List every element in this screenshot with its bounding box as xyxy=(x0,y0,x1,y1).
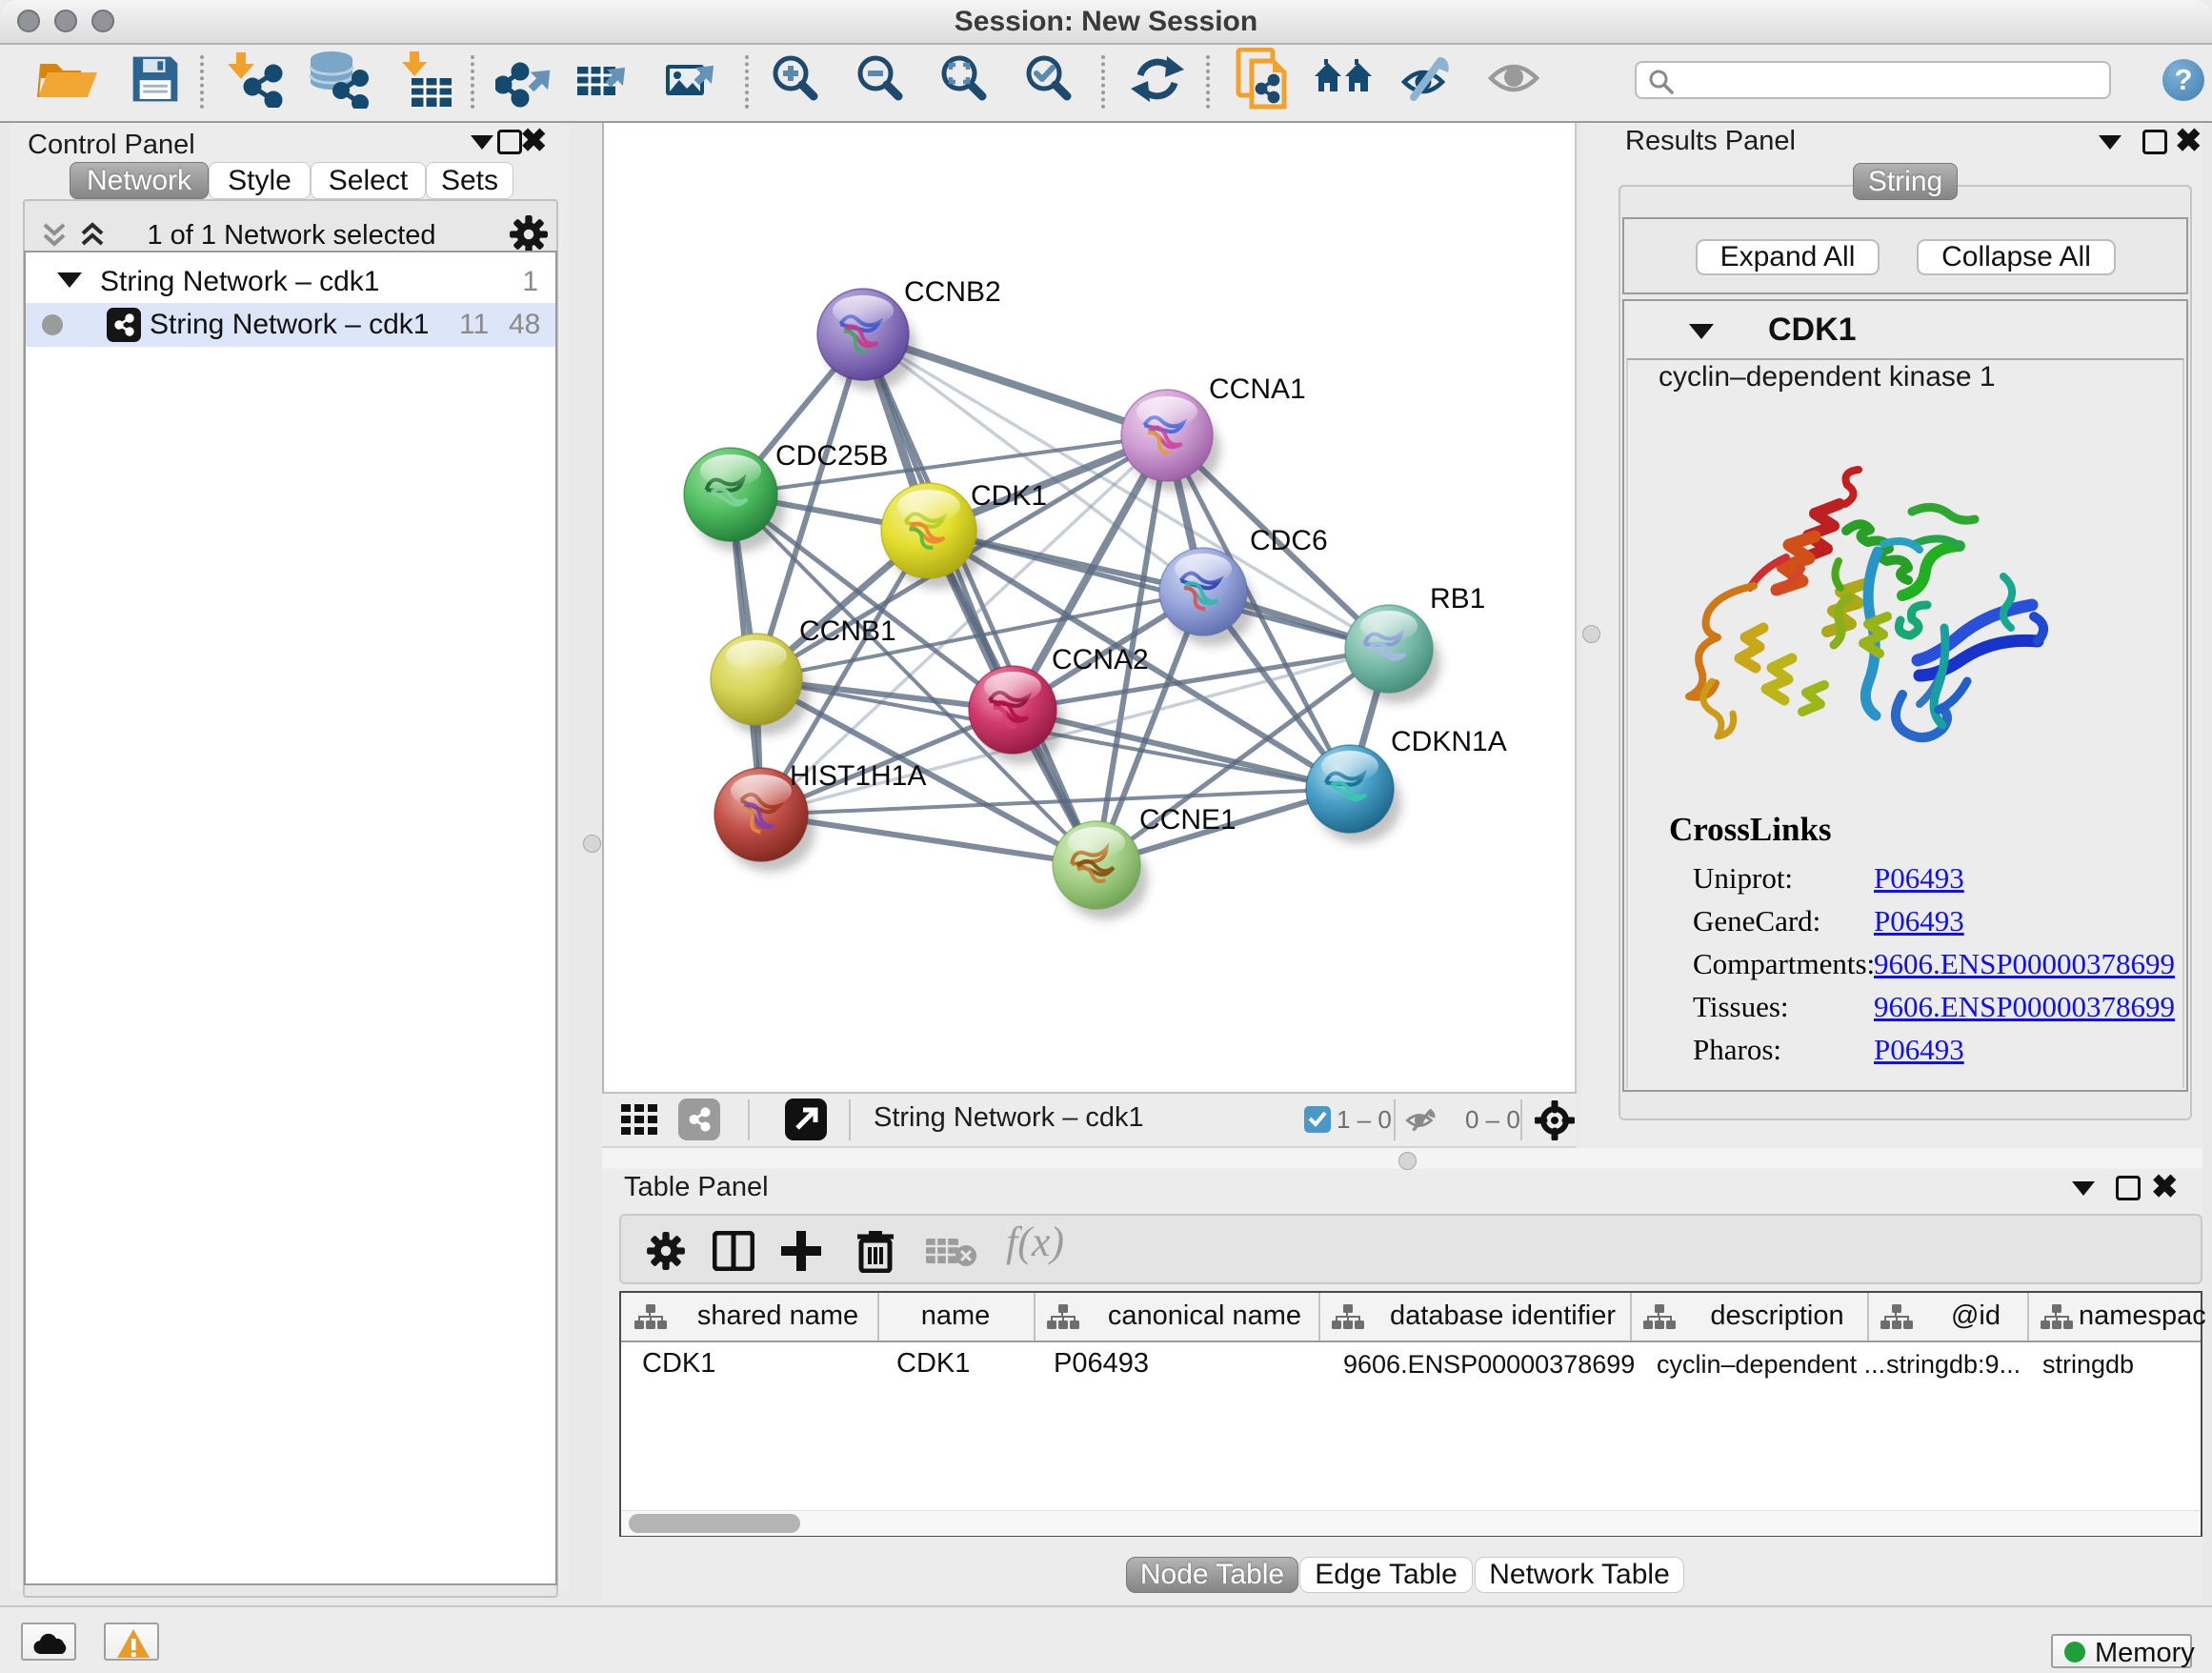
svg-text:HIST1H1A: HIST1H1A xyxy=(790,760,926,792)
svg-text:RB1: RB1 xyxy=(1430,583,1485,615)
svg-text:CCNB2: CCNB2 xyxy=(904,276,1001,308)
svg-text:CCNB1: CCNB1 xyxy=(799,615,896,647)
svg-text:CCNA1: CCNA1 xyxy=(1209,373,1306,405)
svg-text:CDC6: CDC6 xyxy=(1250,525,1328,556)
svg-text:CDKN1A: CDKN1A xyxy=(1391,726,1507,757)
svg-text:CDC25B: CDC25B xyxy=(775,440,888,472)
svg-text:CCNA2: CCNA2 xyxy=(1052,644,1149,675)
svg-text:CCNE1: CCNE1 xyxy=(1139,804,1237,836)
svg-text:CDK1: CDK1 xyxy=(971,480,1047,512)
